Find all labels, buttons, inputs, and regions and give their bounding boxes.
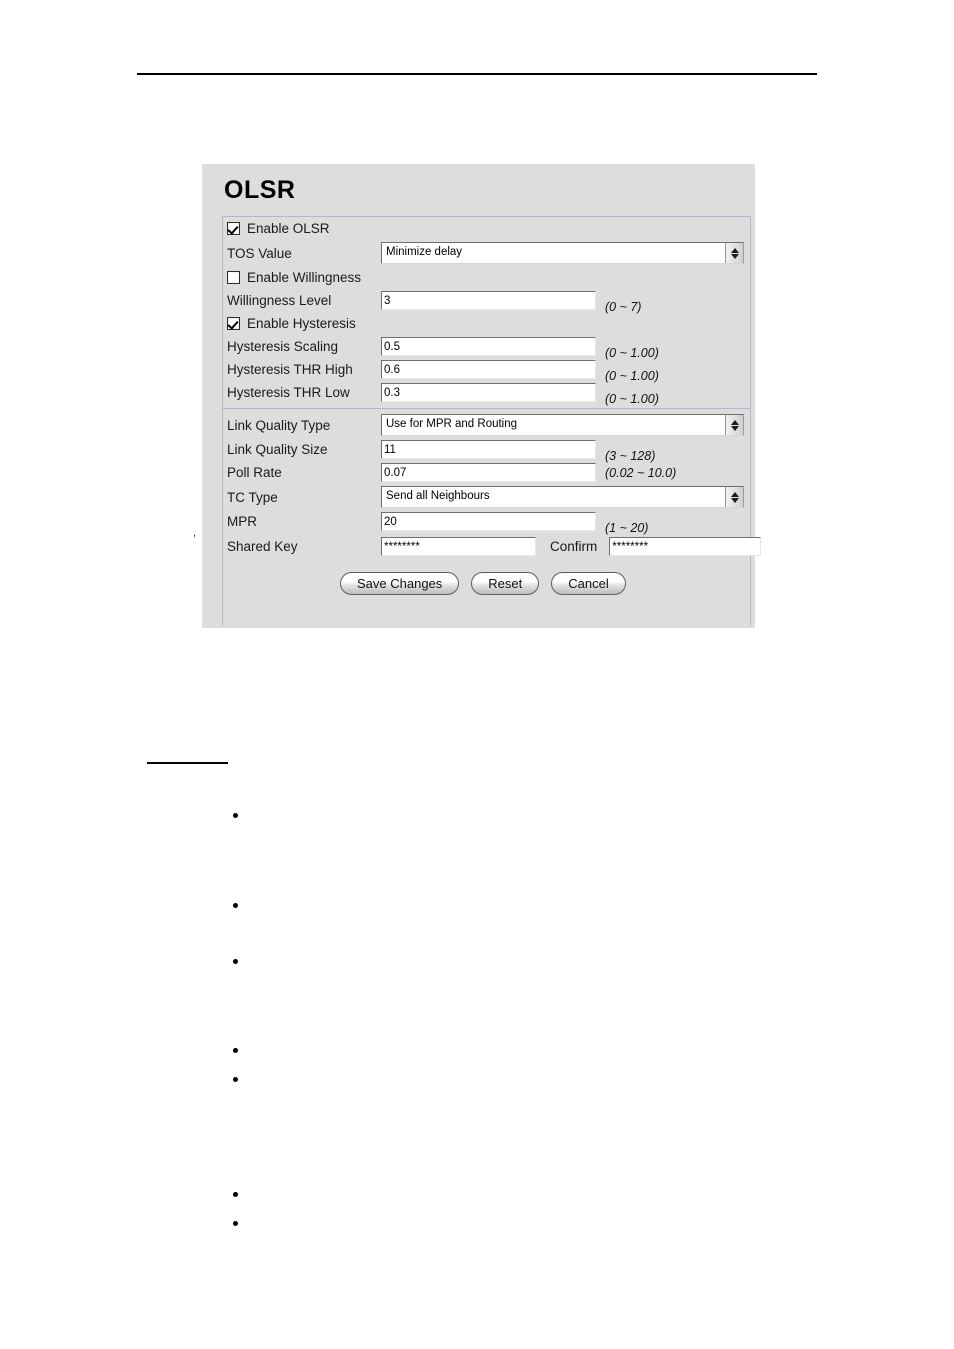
willingness-level-input[interactable]: 3 <box>381 291 596 310</box>
mpr-row: MPR 20 (1 ~ 20) <box>223 510 750 535</box>
enable-hysteresis-row[interactable]: Enable Hysteresis <box>223 312 750 335</box>
hysteresis-thr-low-label: Hysteresis THR Low <box>227 385 350 400</box>
olsr-settings-panel: OLSR Enable OLSR TOS Value Minimize dela… <box>202 164 762 628</box>
tc-type-label: TC Type <box>227 489 278 505</box>
tos-value-row: TOS Value Minimize delay <box>223 240 750 266</box>
hysteresis-thr-low-row: Hysteresis THR Low 0.3 (0 ~ 1.00) <box>223 381 750 406</box>
form-rows: Enable OLSR TOS Value Minimize delay Ena… <box>223 217 762 595</box>
arrow-up-icon[interactable] <box>730 419 739 425</box>
enable-hysteresis-checkbox[interactable] <box>227 317 240 330</box>
link-quality-type-row: Link Quality Type Use for MPR and Routin… <box>223 412 750 438</box>
enable-olsr-row[interactable]: Enable OLSR <box>223 217 750 240</box>
list-item-bullet <box>233 903 238 908</box>
list-item-bullet <box>233 1048 238 1053</box>
arrow-up-icon[interactable] <box>730 247 739 253</box>
shared-key-row: Shared Key ******** Confirm ******** <box>223 533 762 559</box>
poll-rate-label: Poll Rate <box>227 465 282 480</box>
tc-type-selected: Send all Neighbours <box>386 490 490 502</box>
enable-willingness-checkbox[interactable] <box>227 271 240 284</box>
link-quality-type-label: Link Quality Type <box>227 417 331 433</box>
enable-hysteresis-label: Enable Hysteresis <box>247 316 356 331</box>
hysteresis-thr-high-input[interactable]: 0.6 <box>381 360 596 379</box>
form-button-row: Save Changes Reset Cancel <box>223 572 750 595</box>
tos-value-select[interactable]: Minimize delay <box>381 242 744 264</box>
shared-key-confirm-label: Confirm <box>550 538 598 554</box>
link-quality-type-selected: Use for MPR and Routing <box>386 418 518 430</box>
enable-willingness-row[interactable]: Enable Willingness <box>223 266 750 289</box>
arrow-down-icon[interactable] <box>730 253 739 259</box>
hysteresis-scaling-input[interactable]: 0.5 <box>381 337 596 356</box>
arrow-up-icon[interactable] <box>730 491 739 497</box>
tc-type-select[interactable]: Send all Neighbours <box>381 486 744 508</box>
tc-type-spinner[interactable] <box>725 487 743 507</box>
shared-key-input[interactable]: ******** <box>381 536 536 556</box>
hysteresis-thr-low-hint: (0 ~ 1.00) <box>605 392 659 406</box>
form-group-divider <box>223 408 750 409</box>
link-quality-type-spinner[interactable] <box>725 415 743 435</box>
poll-rate-input[interactable]: 0.07 <box>381 463 596 482</box>
section-heading-rule <box>147 762 228 764</box>
tos-value-spinner[interactable] <box>725 243 743 263</box>
shared-key-confirm-input[interactable]: ******** <box>609 536 762 556</box>
tos-value-label: TOS Value <box>227 245 292 261</box>
reset-button[interactable]: Reset <box>471 572 540 595</box>
olsr-form-fieldset: Enable OLSR TOS Value Minimize delay Ena… <box>222 216 762 626</box>
tc-type-row: TC Type Send all Neighbours <box>223 484 750 510</box>
enable-willingness-label: Enable Willingness <box>247 270 362 285</box>
mpr-input[interactable]: 20 <box>381 512 596 531</box>
enable-olsr-checkbox[interactable] <box>227 222 240 235</box>
list-item-bullet <box>233 1077 238 1082</box>
link-quality-size-row: Link Quality Size 11 (3 ~ 128) <box>223 438 750 463</box>
hysteresis-scaling-label: Hysteresis Scaling <box>227 339 339 354</box>
page-title: OLSR <box>224 176 296 204</box>
willingness-level-hint: (0 ~ 7) <box>605 300 642 314</box>
tos-value-selected: Minimize delay <box>386 246 463 258</box>
link-quality-size-input[interactable]: 11 <box>381 440 596 459</box>
willingness-level-row: Willingness Level 3 (0 ~ 7) <box>223 289 750 314</box>
poll-rate-hint: (0.02 ~ 10.0) <box>605 465 677 480</box>
link-quality-type-select[interactable]: Use for MPR and Routing <box>381 414 744 436</box>
cancel-button[interactable]: Cancel <box>551 572 626 595</box>
mpr-label: MPR <box>227 514 257 529</box>
save-changes-button[interactable]: Save Changes <box>340 572 460 595</box>
willingness-level-label: Willingness Level <box>227 293 332 308</box>
hysteresis-scaling-row: Hysteresis Scaling 0.5 (0 ~ 1.00) <box>223 335 750 360</box>
enable-olsr-label: Enable OLSR <box>247 221 330 236</box>
hysteresis-thr-low-input[interactable]: 0.3 <box>381 383 596 402</box>
arrow-down-icon[interactable] <box>730 425 739 431</box>
shared-key-label: Shared Key <box>227 538 298 554</box>
hysteresis-thr-high-row: Hysteresis THR High 0.6 (0 ~ 1.00) <box>223 358 750 383</box>
hysteresis-thr-high-label: Hysteresis THR High <box>227 362 353 377</box>
stray-mark: , <box>193 527 197 539</box>
list-item-bullet <box>233 1192 238 1197</box>
link-quality-size-label: Link Quality Size <box>227 442 328 457</box>
page-header-rule <box>137 73 817 75</box>
list-item-bullet <box>233 1221 238 1226</box>
list-item-bullet <box>233 813 238 818</box>
arrow-down-icon[interactable] <box>730 497 739 503</box>
poll-rate-row: Poll Rate 0.07 (0.02 ~ 10.0) <box>223 461 750 484</box>
list-item-bullet <box>233 959 238 964</box>
